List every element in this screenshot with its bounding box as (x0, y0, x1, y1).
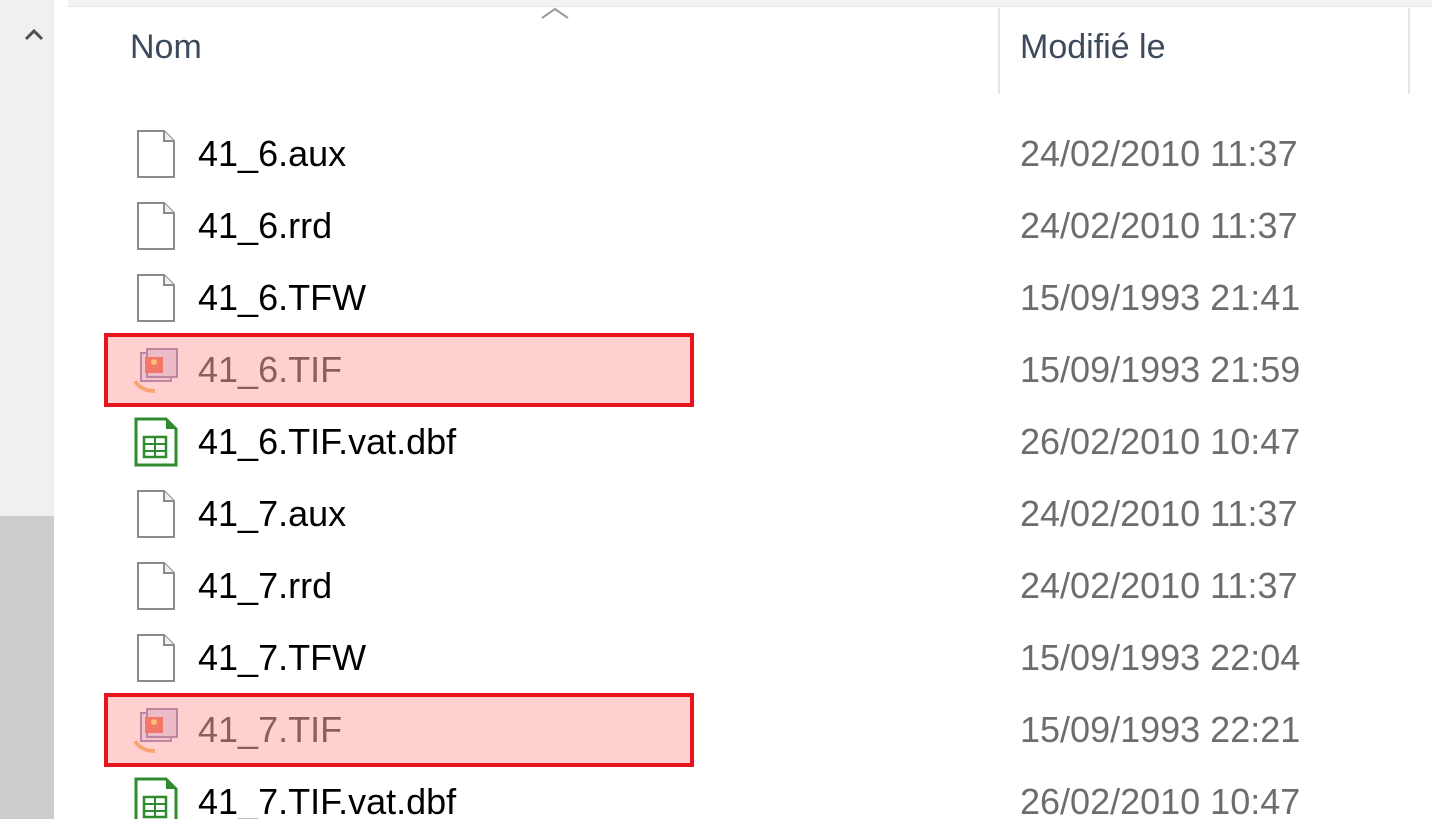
file-name-cell[interactable]: 41_6.TFW (130, 262, 690, 334)
sort-ascending-icon (541, 7, 569, 19)
image-file-icon (130, 704, 182, 756)
file-name-cell[interactable]: 41_7.TIF.vat.dbf (130, 766, 690, 819)
file-date-modified: 15/09/1993 21:59 (1020, 349, 1301, 390)
file-row[interactable]: 41_7.TFW 15/09/1993 22:04 (68, 622, 1432, 694)
file-row[interactable]: 41_7.rrd 24/02/2010 11:37 (68, 550, 1432, 622)
file-date-modified: 15/09/1993 21:41 (1020, 277, 1301, 318)
file-name-cell[interactable]: 41_7.TIF (130, 694, 690, 766)
file-name: 41_7.rrd (198, 565, 333, 606)
file-name: 41_7.TIF (198, 709, 343, 750)
scroll-thumb[interactable] (0, 516, 54, 819)
file-name: 41_6.TIF (198, 349, 343, 390)
file-name: 41_6.aux (198, 133, 347, 174)
generic-file-icon (130, 128, 182, 180)
file-name: 41_7.aux (198, 493, 347, 534)
file-date-modified: 24/02/2010 11:37 (1020, 565, 1298, 606)
file-name-cell[interactable]: 41_7.TFW (130, 622, 690, 694)
header-top-line (68, 0, 1432, 7)
file-date-modified: 15/09/1993 22:21 (1020, 709, 1301, 750)
column-header-name[interactable]: Nom (130, 28, 202, 67)
file-name: 41_7.TFW (198, 637, 367, 678)
image-file-icon (130, 344, 182, 396)
generic-file-icon (130, 200, 182, 252)
file-name: 41_6.TIF.vat.dbf (198, 421, 457, 462)
file-date-modified: 26/02/2010 10:47 (1020, 421, 1301, 462)
file-row[interactable]: 41_6.aux 24/02/2010 11:37 (68, 118, 1432, 190)
file-date-modified: 24/02/2010 11:37 (1020, 493, 1298, 534)
file-row[interactable]: 41_6.TIF.vat.dbf 26/02/2010 10:47 (68, 406, 1432, 478)
file-row[interactable]: 41_7.aux 24/02/2010 11:37 (68, 478, 1432, 550)
file-name-cell[interactable]: 41_6.TIF.vat.dbf (130, 406, 690, 478)
file-name: 41_7.TIF.vat.dbf (198, 781, 457, 819)
column-header-bar: Nom Modifié le (68, 0, 1432, 96)
file-row[interactable]: 41_6.rrd 24/02/2010 11:37 (68, 190, 1432, 262)
file-row[interactable]: 41_6.TFW 15/09/1993 21:41 (68, 262, 1432, 334)
scrollbar-gap (54, 0, 68, 819)
column-header-date-modified[interactable]: Modifié le (1020, 28, 1166, 67)
file-date-modified: 24/02/2010 11:37 (1020, 205, 1298, 246)
generic-file-icon (130, 560, 182, 612)
vertical-scrollbar[interactable] (0, 0, 68, 819)
generic-file-icon (130, 272, 182, 324)
spreadsheet-file-icon (130, 776, 182, 819)
file-row[interactable]: 41_6.TIF 15/09/1993 21:59 (68, 334, 1432, 406)
generic-file-icon (130, 488, 182, 540)
file-name: 41_6.TFW (198, 277, 367, 318)
file-name-cell[interactable]: 41_6.rrd (130, 190, 690, 262)
file-name-cell[interactable]: 41_6.TIF (130, 334, 690, 406)
file-date-modified: 15/09/1993 22:04 (1020, 637, 1301, 678)
file-row[interactable]: 41_7.TIF.vat.dbf 26/02/2010 10:47 (68, 766, 1432, 819)
file-name-cell[interactable]: 41_6.aux (130, 118, 690, 190)
generic-file-icon (130, 632, 182, 684)
file-explorer-list: Nom Modifié le 41_6.aux 24/02/2010 11:37 4… (0, 0, 1432, 819)
file-date-modified: 26/02/2010 10:47 (1020, 781, 1301, 819)
file-name: 41_6.rrd (198, 205, 333, 246)
file-name-cell[interactable]: 41_7.aux (130, 478, 690, 550)
column-divider[interactable] (1408, 8, 1410, 94)
file-name-cell[interactable]: 41_7.rrd (130, 550, 690, 622)
file-date-modified: 24/02/2010 11:37 (1020, 133, 1298, 174)
file-row[interactable]: 41_7.TIF 15/09/1993 22:21 (68, 694, 1432, 766)
spreadsheet-file-icon (130, 416, 182, 468)
column-divider[interactable] (998, 8, 1000, 94)
chevron-up-icon (24, 28, 44, 41)
